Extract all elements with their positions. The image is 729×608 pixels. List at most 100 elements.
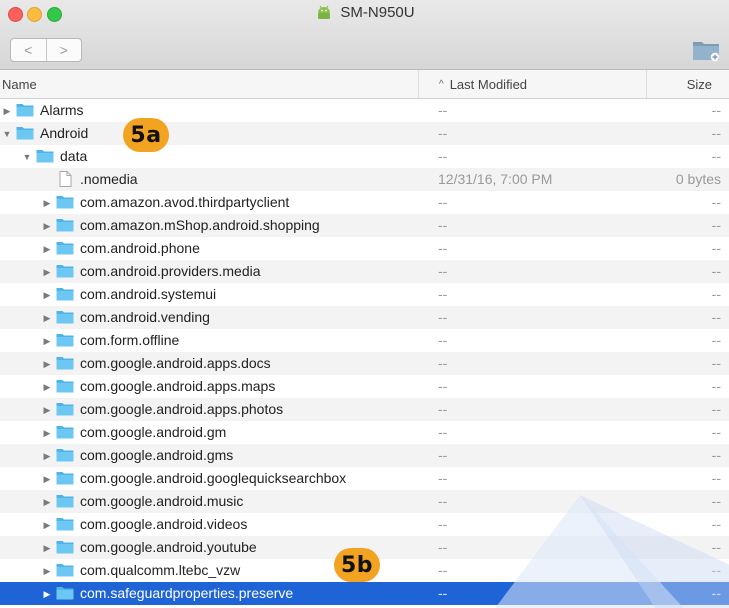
- folder-row[interactable]: ▶ com.google.android.videos -- --: [0, 513, 729, 536]
- row-name: com.android.vending: [80, 309, 210, 325]
- row-size: --: [711, 355, 721, 371]
- folder-icon: [56, 562, 74, 578]
- folder-icon: [56, 263, 74, 279]
- disclosure-triangle-collapsed-icon[interactable]: ▶: [42, 382, 52, 392]
- row-name: com.google.android.apps.docs: [80, 355, 271, 371]
- last-modified-column-label: Last Modified: [449, 76, 528, 92]
- folder-row[interactable]: ▶ com.android.providers.media -- --: [0, 260, 729, 283]
- row-name: com.form.offline: [80, 332, 180, 348]
- row-size: --: [711, 332, 721, 348]
- row-last-modified: --: [438, 102, 448, 118]
- file-icon: [56, 171, 74, 187]
- name-column-header[interactable]: Name: [2, 77, 37, 92]
- folder-icon: [56, 447, 74, 463]
- row-last-modified: --: [438, 217, 448, 233]
- disclosure-triangle-expanded-icon[interactable]: ▼: [2, 129, 12, 139]
- disclosure-triangle-collapsed-icon[interactable]: ▶: [42, 543, 52, 553]
- disclosure-triangle-collapsed-icon[interactable]: ▶: [42, 313, 52, 323]
- last-modified-column-header[interactable]: ^ Last Modified: [418, 70, 527, 98]
- row-size: --: [711, 424, 721, 440]
- disclosure-triangle-collapsed-icon[interactable]: ▶: [42, 566, 52, 576]
- disclosure-triangle-collapsed-icon[interactable]: ▶: [42, 267, 52, 277]
- row-name: com.google.android.apps.maps: [80, 378, 276, 394]
- row-size: --: [711, 148, 721, 164]
- disclosure-triangle-collapsed-icon[interactable]: ▶: [42, 589, 52, 599]
- folder-row[interactable]: ▶ com.amazon.mShop.android.shopping -- --: [0, 214, 729, 237]
- folder-icon: [56, 194, 74, 210]
- folder-row[interactable]: ▶ com.android.phone -- --: [0, 237, 729, 260]
- row-last-modified: --: [438, 447, 448, 463]
- disclosure-triangle-collapsed-icon[interactable]: ▶: [42, 474, 52, 484]
- folder-icon: [56, 355, 74, 371]
- disclosure-triangle-collapsed-icon[interactable]: ▶: [42, 198, 52, 208]
- folder-icon: [56, 424, 74, 440]
- row-name: com.android.phone: [80, 240, 200, 256]
- folder-row[interactable]: ▶ com.google.android.gm -- --: [0, 421, 729, 444]
- folder-icon: [56, 309, 74, 325]
- back-button[interactable]: <: [11, 39, 46, 61]
- folder-row[interactable]: ▶ com.google.android.googlequicksearchbox…: [0, 467, 729, 490]
- folder-row[interactable]: ▶ com.android.vending -- --: [0, 306, 729, 329]
- row-last-modified: --: [438, 355, 448, 371]
- navigation-buttons: < >: [10, 38, 82, 62]
- android-device-icon: [318, 5, 331, 19]
- disclosure-triangle-collapsed-icon[interactable]: ▶: [42, 497, 52, 507]
- row-size: --: [711, 125, 721, 141]
- row-name: com.qualcomm.ltebc_vzw: [80, 562, 241, 578]
- step-callout-5b: 5b: [334, 548, 380, 582]
- disclosure-triangle-collapsed-icon[interactable]: ▶: [42, 405, 52, 415]
- step-callout-5a: 5a: [123, 118, 169, 152]
- disclosure-triangle-collapsed-icon[interactable]: ▶: [2, 106, 12, 116]
- row-last-modified: --: [438, 286, 448, 302]
- row-last-modified: --: [438, 470, 448, 486]
- folder-row[interactable]: ▶ com.google.android.apps.maps -- --: [0, 375, 729, 398]
- folder-row[interactable]: ▶ com.amazon.avod.thirdpartyclient -- --: [0, 191, 729, 214]
- disclosure-triangle-collapsed-icon[interactable]: ▶: [42, 221, 52, 231]
- folder-row[interactable]: ▶ com.form.offline -- --: [0, 329, 729, 352]
- row-size: --: [711, 263, 721, 279]
- forward-button[interactable]: >: [45, 39, 82, 61]
- disclosure-triangle-collapsed-icon[interactable]: ▶: [42, 336, 52, 346]
- row-name: com.amazon.avod.thirdpartyclient: [80, 194, 290, 210]
- row-name: com.android.providers.media: [80, 263, 261, 279]
- disclosure-triangle-collapsed-icon[interactable]: ▶: [42, 244, 52, 254]
- folder-row[interactable]: ▶ com.google.android.gms -- --: [0, 444, 729, 467]
- row-size: --: [711, 309, 721, 325]
- folder-row[interactable]: ▼ data -- --: [0, 145, 729, 168]
- disclosure-triangle-collapsed-icon[interactable]: ▶: [42, 428, 52, 438]
- row-size: --: [711, 539, 721, 555]
- folder-icon: [16, 125, 34, 141]
- row-size: --: [711, 102, 721, 118]
- folder-row[interactable]: ▼ Android -- --: [0, 122, 729, 145]
- folder-icon: [56, 470, 74, 486]
- row-last-modified: --: [438, 125, 448, 141]
- new-folder-icon[interactable]: [692, 37, 720, 63]
- window-title: SM-N950U: [340, 3, 415, 21]
- disclosure-triangle-collapsed-icon[interactable]: ▶: [42, 520, 52, 530]
- folder-row[interactable]: ▶ com.google.android.music -- --: [0, 490, 729, 513]
- folder-row[interactable]: ▶ com.google.android.apps.photos -- --: [0, 398, 729, 421]
- folder-row[interactable]: ▶ com.android.systemui -- --: [0, 283, 729, 306]
- folder-row[interactable]: ▶ com.safeguardproperties.preserve -- --: [0, 582, 729, 605]
- row-last-modified: --: [438, 493, 448, 509]
- row-size: --: [711, 493, 721, 509]
- disclosure-triangle-collapsed-icon[interactable]: ▶: [42, 451, 52, 461]
- file-row[interactable]: .nomedia 12/31/16, 7:00 PM 0 bytes: [0, 168, 729, 191]
- row-name: Android: [40, 125, 89, 141]
- folder-icon: [56, 493, 74, 509]
- folder-icon: [16, 102, 34, 118]
- row-name: .nomedia: [80, 171, 138, 187]
- disclosure-triangle-collapsed-icon[interactable]: ▶: [42, 359, 52, 369]
- disclosure-triangle-collapsed-icon[interactable]: ▶: [42, 290, 52, 300]
- disclosure-triangle-expanded-icon[interactable]: ▼: [22, 152, 32, 162]
- folder-row[interactable]: ▶ com.google.android.apps.docs -- --: [0, 352, 729, 375]
- file-list: ▶ Alarms -- -- ▼ Android -- -- ▼ data -- -- .nomedia…: [0, 99, 729, 608]
- row-size: 0 bytes: [675, 171, 721, 187]
- row-name: data: [60, 148, 88, 164]
- folder-icon: [56, 401, 74, 417]
- size-column-header[interactable]: Size: [646, 70, 722, 98]
- folder-row[interactable]: ▶ Alarms -- --: [0, 99, 729, 122]
- folder-icon: [56, 516, 74, 532]
- row-size: --: [711, 378, 721, 394]
- row-last-modified: --: [438, 148, 448, 164]
